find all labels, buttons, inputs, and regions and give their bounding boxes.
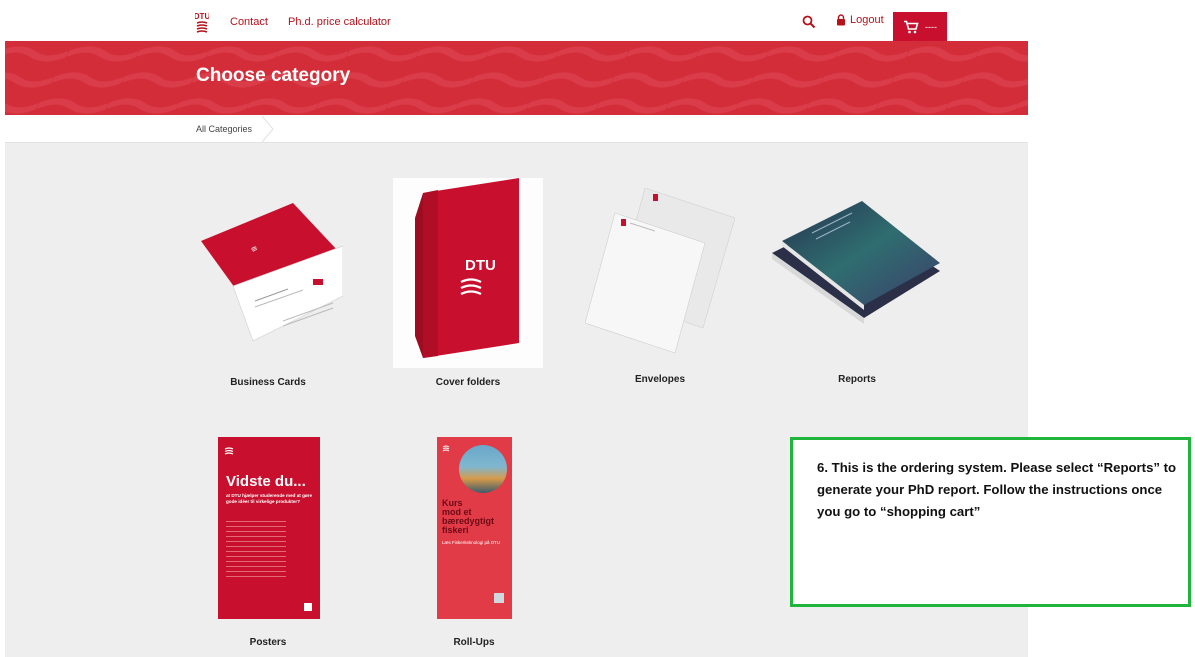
rollup-title: Kurs mod et bæredygtigt fiskeri [442, 499, 494, 535]
search-icon[interactable] [802, 15, 816, 29]
dtu-poster-logo-icon [224, 447, 234, 455]
dtu-rollup-logo-icon [442, 445, 450, 452]
callout-text: 6. This is the ordering system. Please s… [817, 460, 1177, 519]
poster-body-text [226, 517, 286, 577]
dtu-logo[interactable]: DTU [195, 11, 209, 35]
nav-link-contact[interactable]: Contact [230, 16, 268, 28]
category-label: Reports [838, 374, 876, 385]
rollup-qr-code [494, 593, 504, 603]
page-title: Choose category [196, 65, 351, 86]
business-cards-image: ≋ [201, 203, 343, 342]
rollup-title-line: fiskeri [442, 525, 469, 535]
category-label: Posters [249, 637, 287, 648]
poster-subtitle: at DTU hjælper studerende med at gøre go… [226, 493, 313, 504]
category-label: Business Cards [230, 377, 306, 388]
reports-image [772, 201, 940, 324]
breadcrumb: All Categories [5, 116, 1028, 143]
poster-image: Vidste du... at DTU hjælper studerende m… [218, 437, 320, 619]
lock-icon [837, 14, 845, 26]
breadcrumb-separator [261, 116, 274, 142]
breadcrumb-all-categories[interactable]: All Categories [196, 124, 252, 134]
rollup-image: Kurs mod et bæredygtigt fiskeri Læs Fisk… [437, 437, 512, 619]
nav-link-phd-price-calculator[interactable]: Ph.d. price calculator [288, 16, 391, 28]
svg-text:DTU: DTU [195, 12, 209, 21]
svg-text:DTU: DTU [465, 257, 496, 274]
poster-qr-code [304, 603, 312, 611]
page-banner: Choose category [5, 41, 1028, 115]
instruction-callout: 6. This is the ordering system. Please s… [790, 437, 1191, 607]
shopping-cart-button[interactable]: ---- [893, 12, 947, 42]
envelopes-image [585, 188, 735, 354]
logout-button[interactable]: Logout [836, 14, 884, 26]
logout-label: Logout [850, 14, 884, 26]
banner-wave-pattern [5, 41, 1028, 115]
cart-count: ---- [925, 22, 937, 32]
cover-folder-image: DTU [393, 178, 543, 368]
top-navigation: DTU Contact Ph.d. price calculator Logou… [0, 0, 1195, 42]
category-label: Roll-Ups [453, 637, 495, 648]
rollup-fisherman-photo [459, 445, 507, 493]
category-label: Envelopes [634, 374, 686, 385]
category-label: Cover folders [435, 377, 501, 388]
poster-title: Vidste du... [226, 473, 306, 490]
cart-icon [904, 20, 919, 34]
rollup-subtitle: Læs Fiskeriteknologi på DTU [442, 540, 501, 545]
